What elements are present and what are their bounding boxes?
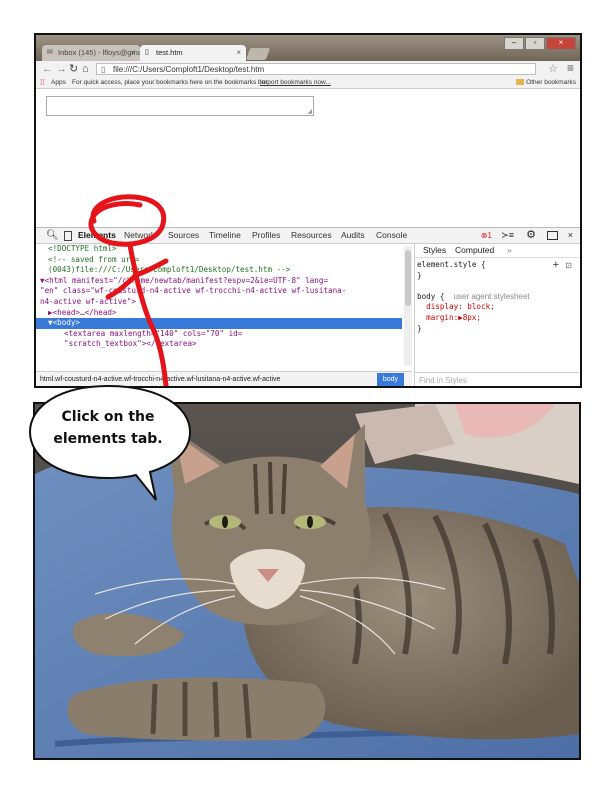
dom-node-line[interactable]: (0043)file:///C:/Users/Comploft1/Desktop… [36, 265, 402, 276]
tab-styles[interactable]: Styles [423, 244, 446, 257]
dom-node-line[interactable]: "scratch_textbox"></textarea> [36, 339, 402, 350]
cat-photo-panel [33, 402, 581, 760]
browser-screenshot-panel: ✉ Inbox (145) - lfloys@gma × ▯ test.htm … [34, 33, 582, 388]
speech-bubble-text: Click on the elements tab. [53, 409, 163, 447]
gear-icon[interactable]: ⚙ [526, 228, 536, 243]
tab-label: test.htm [156, 48, 183, 57]
styles-rules: element.style {} body { user agent styles… [417, 260, 577, 334]
scrollbar-thumb[interactable] [405, 250, 411, 306]
page-icon: ▯ [101, 65, 106, 74]
apps-grid-icon[interactable]: ⁞⁞ [40, 77, 44, 88]
other-bookmarks[interactable]: Other bookmarks [516, 77, 576, 88]
console-drawer-icon[interactable]: ≻≡ [501, 228, 514, 243]
tab-elements[interactable]: Elements [78, 228, 116, 243]
window-controls: – ▫ × [504, 37, 576, 50]
tab-sources[interactable]: Sources [168, 228, 199, 243]
browser-tab-test[interactable]: ▯ test.htm × [140, 45, 246, 61]
address-bar[interactable]: ▯ file:///C:/Users/Comploft1/Desktop/tes… [96, 63, 536, 75]
style-rule-line[interactable]: display: block; [417, 302, 577, 313]
browser-tab-inbox[interactable]: ✉ Inbox (145) - lfloys@gma × [42, 45, 140, 61]
home-icon[interactable]: ⌂ [82, 62, 89, 76]
style-rule-line: } [417, 323, 422, 333]
dom-breadcrumb: html.wf-cousturd-n4-active.wf-trocchi-n4… [36, 371, 412, 386]
back-arrow-icon[interactable]: ← [42, 62, 53, 76]
devtools-tab-bar: 🔍︎ Elements Network Sources Timeline Pro… [36, 228, 580, 244]
dock-side-icon[interactable] [547, 231, 558, 240]
styles-tab-bar: Styles Computed » [415, 244, 579, 258]
page-icon: ▯ [145, 49, 149, 56]
mail-icon: ✉ [47, 49, 53, 56]
minimize-button[interactable]: – [504, 37, 524, 50]
inspect-search-icon[interactable]: 🔍︎ [46, 228, 59, 243]
more-tabs-icon[interactable]: » [507, 244, 512, 257]
reload-icon[interactable]: ↻ [69, 62, 78, 76]
find-in-styles-input[interactable]: Find in Styles [415, 372, 579, 386]
maximize-button[interactable]: ▫ [525, 37, 545, 50]
devtools-pane: 🔍︎ Elements Network Sources Timeline Pro… [36, 227, 580, 386]
new-tab-button[interactable] [245, 48, 271, 60]
apps-link[interactable]: Apps [51, 77, 66, 88]
browser-titlebar: ✉ Inbox (145) - lfloys@gma × ▯ test.htm … [36, 35, 580, 61]
hamburger-menu-icon[interactable]: ≡ [567, 61, 574, 75]
import-bookmarks-link[interactable]: Import bookmarks now... [260, 77, 331, 88]
style-rule-line: } [417, 270, 422, 280]
cat-front-leg [67, 677, 326, 741]
folder-icon [516, 79, 525, 85]
star-icon[interactable]: ☆ [548, 62, 558, 75]
resize-grip-icon[interactable]: ◢ [307, 108, 312, 115]
url-text: file:///C:/Users/Comploft1/Desktop/test.… [113, 65, 265, 74]
tab-network[interactable]: Network [124, 228, 155, 243]
tab-computed[interactable]: Computed [455, 244, 494, 257]
style-rule-line: element.style { [417, 260, 486, 269]
dom-node-line[interactable]: <!DOCTYPE html> [36, 244, 402, 255]
close-tab-icon[interactable]: × [236, 45, 241, 61]
dom-node-line[interactable]: ▶<head>…</head> [36, 308, 402, 319]
device-mode-icon[interactable] [64, 231, 72, 241]
close-icon[interactable]: × [568, 228, 573, 243]
bookmarks-bar: ⁞⁞ Apps For quick access, place your boo… [36, 77, 580, 89]
elements-tree[interactable]: <!DOCTYPE html> <!-- saved from url= (0043… [36, 244, 402, 371]
window-close-button[interactable]: × [546, 37, 576, 50]
tab-label: Inbox (145) - lfloys@gma [58, 48, 140, 57]
tab-timeline[interactable]: Timeline [209, 228, 241, 243]
styles-pane: Styles Computed » + ⊡ element.style {} bo… [414, 244, 579, 386]
dom-node-line[interactable]: <!-- saved from url= [36, 255, 402, 266]
other-bookmarks-label: Other bookmarks [526, 79, 576, 86]
tab-console[interactable]: Console [376, 228, 407, 243]
scratch-textbox[interactable]: ◢ [46, 96, 314, 116]
style-rule-line[interactable]: margin:▶8px; [417, 313, 577, 324]
tab-profiles[interactable]: Profiles [252, 228, 280, 243]
elements-scrollbar[interactable] [404, 246, 412, 366]
tabby-cat-photo [35, 404, 579, 758]
browser-toolbar: ← → ↻ ⌂ ▯ file:///C:/Users/Comploft1/Des… [36, 61, 580, 77]
tab-resources[interactable]: Resources [291, 228, 332, 243]
style-rule-line: body { user agent stylesheet [417, 291, 530, 301]
error-count-badge[interactable]: ⊗1 [481, 228, 492, 243]
breadcrumb-html[interactable]: html.wf-cousturd-n4-active.wf-trocchi-n4… [40, 376, 280, 383]
style-rule-line [417, 281, 577, 292]
dom-node-line[interactable]: <textarea maxlength="140" cols="70" id= [36, 329, 402, 340]
breadcrumb-body[interactable]: body [376, 373, 404, 386]
tab-audits[interactable]: Audits [341, 228, 365, 243]
forward-arrow-icon[interactable]: → [56, 62, 67, 76]
dom-node-line[interactable]: n4-active wf-active"> [36, 297, 402, 308]
page-content: ◢ [36, 89, 580, 227]
close-tab-icon[interactable]: × [130, 45, 135, 61]
bookmarks-hint: For quick access, place your bookmarks h… [72, 79, 269, 86]
dom-node-selected[interactable]: ▼<body> [36, 318, 402, 329]
error-count: 1 [487, 231, 492, 240]
dom-node-line[interactable]: "en" class="wf-cousturd-n4-active wf-tro… [36, 286, 402, 297]
dom-node-line[interactable]: ▼<html manifest="/chrome/newtab/manifest… [36, 276, 402, 287]
